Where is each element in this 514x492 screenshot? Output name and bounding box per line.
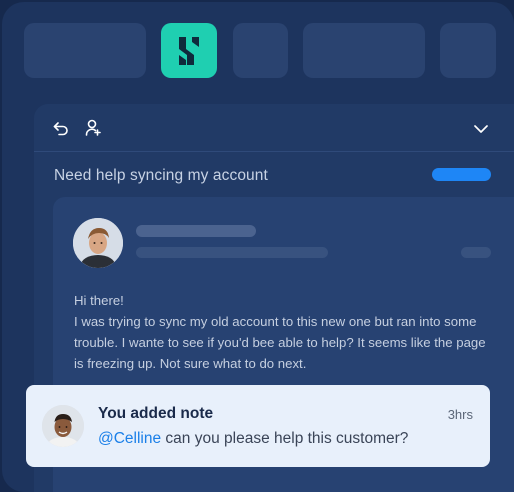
mention-link[interactable]: @Celline [98,430,161,447]
nav-tile[interactable] [303,23,425,78]
brand-logo-tile[interactable] [161,23,217,78]
ticket-toolbar [34,104,514,152]
status-badge [432,168,491,181]
undo-icon[interactable] [52,120,70,138]
message-time-placeholder [461,247,491,258]
avatar [42,405,84,447]
message-text: I was trying to sync my old account to t… [74,314,486,371]
avatar [73,218,123,268]
sender-email-placeholder [136,247,328,258]
nav-tile[interactable] [440,23,496,78]
nav-tile[interactable] [24,23,146,78]
note-message: can you please help this customer? [161,430,409,447]
nav-tile[interactable] [233,23,288,78]
user-add-icon[interactable] [84,119,102,137]
ticket-subject: Need help syncing my account [54,167,268,184]
sender-name-placeholder [136,225,256,237]
brand-logo-icon [179,36,199,65]
message-body: Hi there! I was trying to sync my old ac… [74,290,494,374]
note-text: @Celline can you please help this custom… [98,430,408,448]
note-timestamp: 3hrs [447,407,473,422]
chevron-down-icon[interactable] [472,120,490,138]
note-notification[interactable]: You added note 3hrs @Celline can you ple… [26,385,490,467]
note-title: You added note [98,405,214,422]
message-greeting: Hi there! [74,293,124,308]
